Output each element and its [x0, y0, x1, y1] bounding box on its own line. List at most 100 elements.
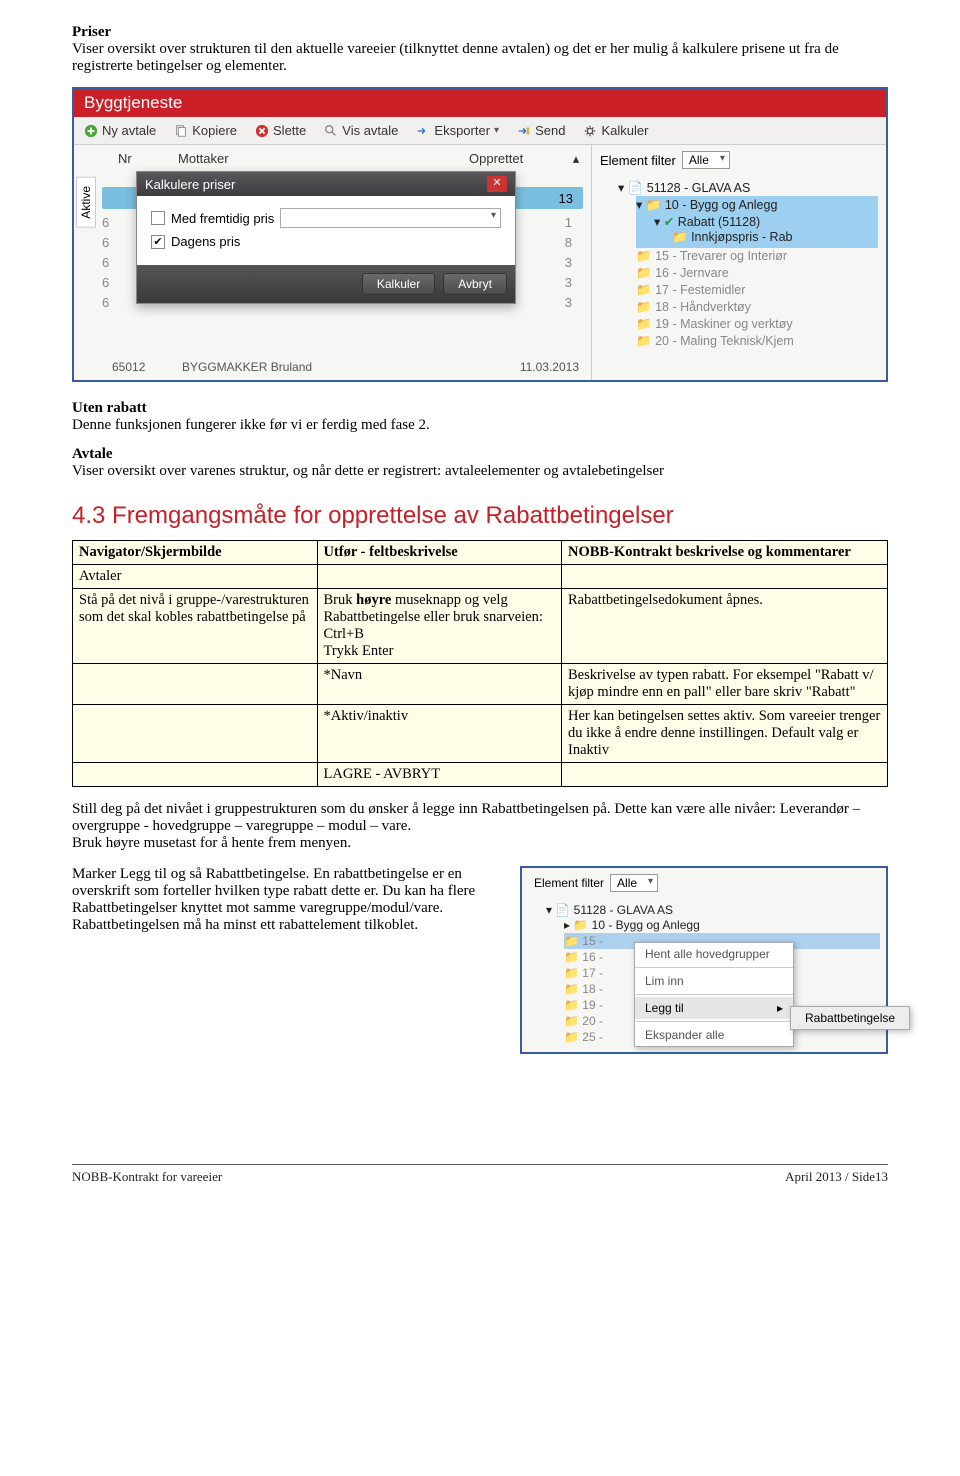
element-tree[interactable]: ▾ 📄 51128 - GLAVA AS ▾ 📁 10 - Bygg og An…	[600, 179, 878, 351]
screenshot-contextmenu: Element filter Alle ▾ 📄 51128 - GLAVA AS…	[520, 866, 888, 1054]
opt-label-1: Med fremtidig pris	[171, 211, 274, 226]
cell	[73, 664, 318, 705]
menu-lim[interactable]: Lim inn	[635, 970, 793, 992]
cell	[317, 565, 562, 589]
cell: *Aktiv/inaktiv	[317, 705, 562, 763]
tree2-item[interactable]: 10 - Bygg og Anlegg	[592, 918, 700, 932]
date-combo[interactable]	[280, 208, 501, 228]
page-footer: NOBB-Kontrakt for vareeier April 2013 / …	[72, 1169, 888, 1185]
footer-left: NOBB-Kontrakt for vareeier	[72, 1169, 222, 1185]
tree2-item[interactable]: 17 -	[582, 966, 603, 980]
checkbox-icon[interactable]	[151, 211, 165, 225]
filter-label: Element filter	[600, 153, 676, 168]
tb-send-label: Send	[535, 123, 565, 138]
filter-label: Element filter	[534, 876, 604, 890]
filter-row-2: Element filter Alle	[534, 874, 880, 892]
table-row: *Navn Beskrivelse av typen rabatt. For e…	[73, 664, 888, 705]
tb-copy[interactable]: Kopiere	[174, 123, 237, 138]
opt-dagens[interactable]: ✔ Dagens pris	[151, 234, 501, 249]
dialog-buttons: Kalkuler Avbryt	[137, 265, 515, 303]
sidebar-tab-aktive[interactable]: Aktive	[76, 177, 96, 228]
tree2-item[interactable]: 15 -	[582, 934, 603, 948]
filter-select[interactable]: Alle	[682, 151, 730, 169]
tb-export-label: Eksporter	[434, 123, 490, 138]
tree2-item[interactable]: 18 -	[582, 982, 603, 996]
opt-fremtidig[interactable]: Med fremtidig pris	[151, 208, 501, 228]
col-mottaker: Mottaker	[178, 151, 469, 167]
checkbox-checked-icon[interactable]: ✔	[151, 235, 165, 249]
grid-header: Nr Mottaker Opprettet ▴	[74, 145, 591, 169]
cell	[73, 705, 318, 763]
tree2-item[interactable]: 16 -	[582, 950, 603, 964]
tree-20[interactable]: 20 - Maling Teknisk/Kjem	[655, 334, 794, 348]
tree-17[interactable]: 17 - Festemidler	[655, 283, 745, 297]
menu-ekspander[interactable]: Ekspander alle	[635, 1024, 793, 1046]
tb-calc-label: Kalkuler	[601, 123, 648, 138]
heading-priser: Priser	[72, 24, 888, 41]
filter-row: Element filter Alle	[600, 151, 878, 169]
tb-export[interactable]: Eksporter ▾	[416, 123, 499, 138]
btn-kalkuler[interactable]: Kalkuler	[362, 273, 435, 295]
cell	[562, 565, 888, 589]
send-icon	[517, 124, 531, 138]
tree-innk[interactable]: Innkjøpspris - Rab	[691, 230, 792, 244]
cell: Rabattbetingelsedokument åpnes.	[562, 589, 888, 664]
tb-delete[interactable]: Slette	[255, 123, 306, 138]
shot1-body: Aktive Nr Mottaker Opprettet ▴ 13 61 68 …	[74, 145, 886, 380]
btn-avbryt[interactable]: Avbryt	[443, 273, 507, 295]
filter-select-2[interactable]: Alle	[610, 874, 658, 892]
cell: Bruk høyre museknapp og velg Rabattbetin…	[317, 589, 562, 664]
procedure-table: Navigator/Skjermbilde Utfør - feltbeskri…	[72, 540, 888, 787]
tb-copy-label: Kopiere	[192, 123, 237, 138]
tree2-item[interactable]: 25 -	[582, 1030, 603, 1044]
menu-hent[interactable]: Hent alle hovedgrupper	[635, 943, 793, 965]
col-opprettet: Opprettet	[469, 151, 569, 167]
tree-10[interactable]: 10 - Bygg og Anlegg	[665, 198, 778, 212]
cell: LAGRE - AVBRYT	[317, 763, 562, 787]
chevron-down-icon: ▾	[494, 125, 499, 136]
submenu[interactable]: Rabattbetingelse	[790, 1006, 910, 1030]
search-icon	[324, 124, 338, 138]
scrollbar-up-icon[interactable]: ▴	[569, 151, 583, 167]
cell: *Navn	[317, 664, 562, 705]
tb-view[interactable]: Vis avtale	[324, 123, 398, 138]
para-uten: Denne funksjonen fungerer ikke før vi er…	[72, 417, 888, 434]
para-avtale: Viser oversikt over varenes struktur, og…	[72, 463, 888, 480]
screenshot-kalkulere: Byggtjeneste Ny avtale Kopiere Slette Vi…	[72, 87, 888, 382]
delete-icon	[255, 124, 269, 138]
tree2-item[interactable]: 19 -	[582, 998, 603, 1012]
tb-calc[interactable]: Kalkuler	[583, 123, 648, 138]
heading-4-3: 4.3 Fremgangsmåte for opprettelse av Rab…	[72, 502, 888, 530]
tree-rabatt[interactable]: Rabatt (51128)	[678, 215, 760, 229]
tree-18[interactable]: 18 - Håndverktøy	[655, 300, 751, 314]
table-row: LAGRE - AVBRYT	[73, 763, 888, 787]
grid-area: Aktive Nr Mottaker Opprettet ▴ 13 61 68 …	[74, 145, 592, 380]
tree-15[interactable]: 15 - Trevarer og Interiør	[655, 249, 787, 263]
row-date: 11.03.2013	[520, 360, 579, 374]
row-nr: 65012	[112, 360, 145, 374]
submenu-rabatt[interactable]: Rabattbetingelse	[791, 1007, 909, 1029]
heading-avtale: Avtale	[72, 446, 888, 463]
export-icon	[416, 124, 430, 138]
close-icon[interactable]: ✕	[487, 176, 507, 192]
table-row: Avtaler	[73, 565, 888, 589]
tree-16[interactable]: 16 - Jernvare	[655, 266, 729, 280]
tree-19[interactable]: 19 - Maskiner og verktøy	[655, 317, 793, 331]
context-menu[interactable]: Hent alle hovedgrupper Lim inn Legg til▸…	[634, 942, 794, 1047]
tree2-item[interactable]: 20 -	[582, 1014, 603, 1028]
para-marker: Marker Legg til og så Rabattbetingelse. …	[72, 866, 492, 934]
menu-leggtil[interactable]: Legg til▸	[635, 997, 793, 1019]
dialog-title: Kalkulere priser	[145, 177, 235, 192]
cell: Her kan betingelsen settes aktiv. Som va…	[562, 705, 888, 763]
tree-root[interactable]: 51128 - GLAVA AS	[647, 181, 751, 195]
tb-send[interactable]: Send	[517, 123, 565, 138]
footer-rule	[72, 1164, 888, 1165]
cell: Beskrivelse av typen rabatt. For eksempe…	[562, 664, 888, 705]
row-mot: BYGGMAKKER Bruland	[182, 360, 312, 374]
tb-delete-label: Slette	[273, 123, 306, 138]
tree2-root[interactable]: 51128 - GLAVA AS	[574, 903, 673, 917]
th-3: NOBB-Kontrakt beskrivelse og kommentarer	[562, 541, 888, 565]
app-logo: Byggtjeneste	[74, 89, 886, 117]
grid-bottom-row: 65012 BYGGMAKKER Bruland 11.03.2013	[112, 360, 579, 374]
tb-new-avtale[interactable]: Ny avtale	[84, 123, 156, 138]
